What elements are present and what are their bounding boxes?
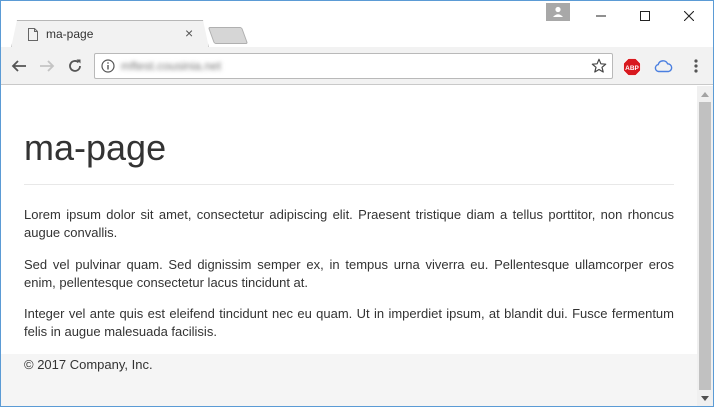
page-icon (28, 28, 38, 41)
reload-button[interactable] (64, 55, 86, 77)
cloud-shape (654, 60, 673, 73)
menu-dots (694, 59, 698, 73)
page-footer: © 2017 Company, Inc. (1, 354, 697, 406)
back-button[interactable] (8, 55, 30, 77)
browser-toolbar: mftest.cousinia.net ABP (1, 47, 713, 85)
paragraph-3: Integer vel ante quis est eleifend tinci… (24, 306, 674, 339)
abp-label: ABP (625, 65, 639, 72)
maximize-button[interactable] (623, 1, 667, 31)
triangle-down-icon (701, 395, 709, 401)
tab-ma-page[interactable]: ma-page × (13, 20, 205, 48)
minimize-icon (596, 15, 606, 17)
paragraph-1: Lorem ipsum dolor sit amet, consectetur … (24, 207, 674, 240)
close-window-button[interactable] (667, 1, 711, 31)
forward-button[interactable] (36, 55, 58, 77)
paragraph-2: Sed vel pulvinar quam. Sed dignissim sem… (24, 257, 674, 290)
page-content: ma-page Lorem ipsum dolor sit amet, cons… (1, 86, 697, 406)
address-bar[interactable]: mftest.cousinia.net (94, 53, 613, 79)
title-bar: ma-page × (1, 1, 713, 47)
tab-title: ma-page (46, 27, 94, 41)
maximize-icon (640, 11, 650, 21)
minimize-button[interactable] (579, 1, 623, 31)
new-tab-button[interactable] (207, 27, 249, 44)
info-icon[interactable] (101, 59, 115, 73)
adblock-plus-octagon: ABP (623, 58, 641, 76)
kebab-menu-icon[interactable] (690, 58, 702, 74)
scroll-thumb[interactable] (699, 102, 711, 390)
url-text[interactable]: mftest.cousinia.net (121, 59, 221, 73)
vertical-scrollbar[interactable] (697, 86, 713, 406)
adblock-plus-icon[interactable]: ABP (623, 58, 641, 76)
profile-button[interactable] (546, 3, 570, 21)
reload-icon (69, 59, 81, 72)
scroll-up-button[interactable] (697, 86, 713, 102)
triangle-up-icon (701, 91, 709, 97)
footer-copyright: © 2017 Company, Inc. (24, 357, 153, 372)
page-title: ma-page (24, 127, 167, 168)
tab-close-button[interactable]: × (185, 25, 193, 41)
user-icon (553, 6, 563, 17)
title-divider (24, 184, 674, 185)
close-icon (684, 11, 694, 21)
star-icon[interactable] (591, 58, 607, 74)
arrow-right-icon (40, 60, 55, 72)
browser-window: ma-page × mftest.cousinia.net ABP ma-pag… (0, 0, 714, 407)
arrow-left-icon (11, 60, 26, 72)
cloud-icon[interactable] (654, 59, 673, 73)
scroll-down-button[interactable] (697, 390, 713, 406)
